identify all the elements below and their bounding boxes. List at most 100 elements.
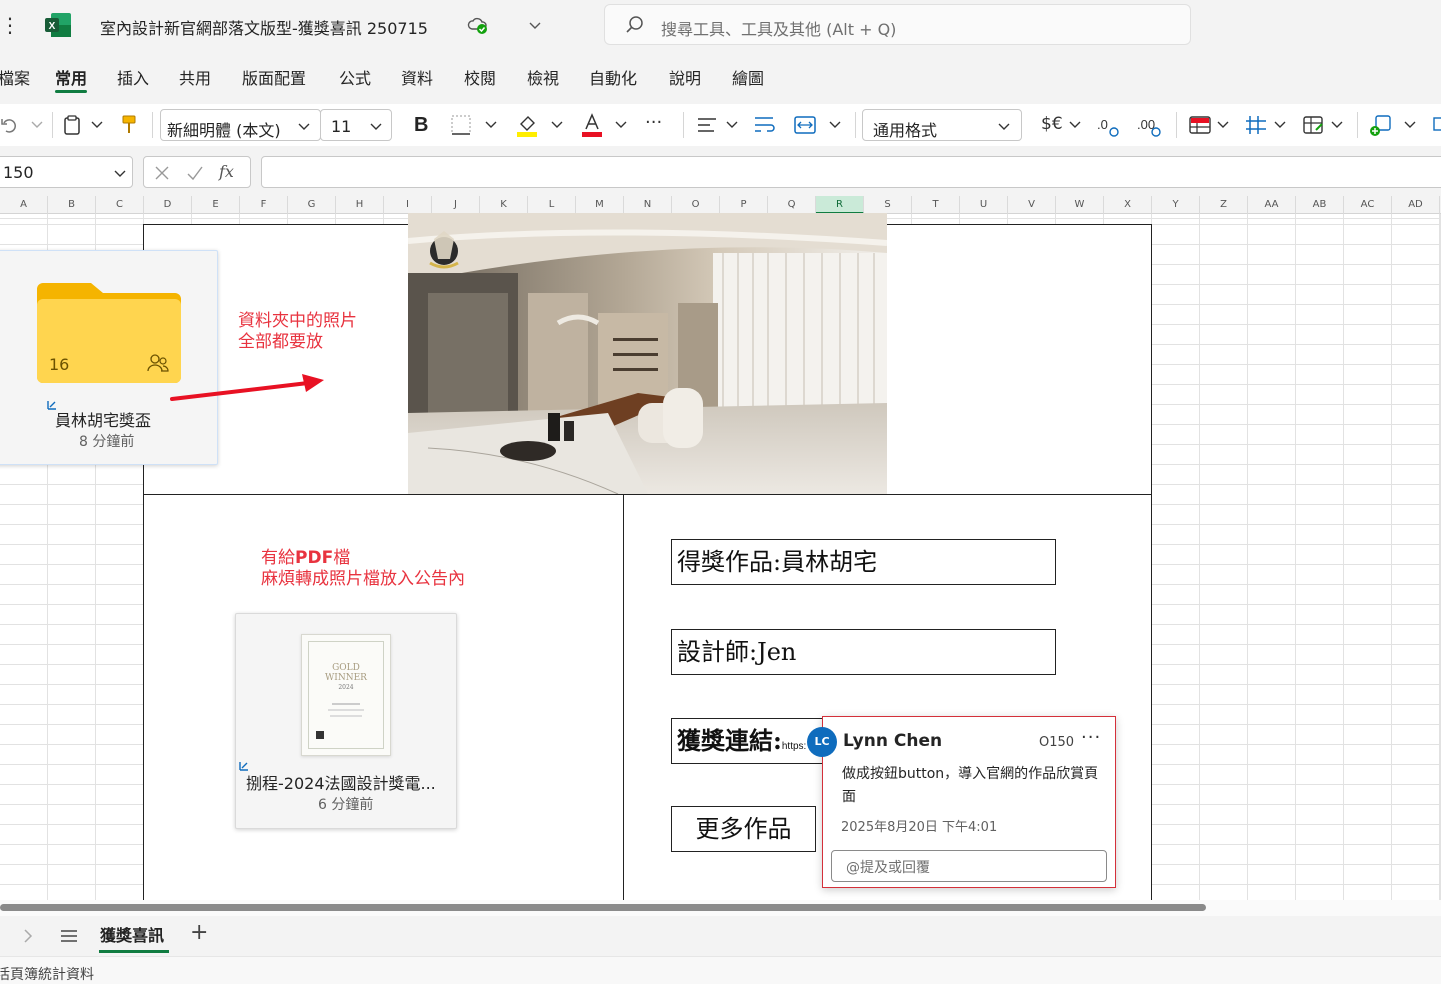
- column-header-y[interactable]: Y: [1152, 196, 1200, 214]
- formula-input[interactable]: [261, 156, 1441, 188]
- tab-review[interactable]: 校閱: [464, 65, 496, 89]
- align-icon[interactable]: [696, 116, 718, 134]
- font-name-dropdown[interactable]: 新細明體 (本文): [160, 109, 321, 141]
- comment-reply-input[interactable]: @提及或回覆: [831, 850, 1107, 882]
- insert-function-button[interactable]: fx: [219, 162, 234, 181]
- fill-color-icon[interactable]: [515, 112, 539, 138]
- borders-chevron-icon[interactable]: [484, 120, 498, 130]
- chevron-down-icon[interactable]: [528, 18, 542, 32]
- search-box[interactable]: 搜尋工具、工具及其他 (Alt + Q): [604, 4, 1191, 45]
- insert-cells-icon[interactable]: [1368, 114, 1392, 138]
- column-header-h[interactable]: H: [336, 196, 384, 214]
- column-header-k[interactable]: K: [480, 196, 528, 214]
- add-sheet-button[interactable]: +: [190, 920, 208, 945]
- more-works-button[interactable]: 更多作品: [671, 806, 816, 852]
- column-header-u[interactable]: U: [960, 196, 1008, 214]
- column-header-m[interactable]: M: [576, 196, 624, 214]
- comment-cell-reference[interactable]: O150: [1039, 735, 1074, 750]
- currency-format-button[interactable]: $€: [1041, 114, 1063, 134]
- cell-styles-chevron-icon[interactable]: [1330, 120, 1344, 130]
- cloud-saved-icon[interactable]: [467, 15, 489, 35]
- paste-chevron-icon[interactable]: [90, 120, 104, 130]
- column-header-r[interactable]: R: [816, 196, 864, 214]
- undo-chevron-icon[interactable]: [30, 120, 44, 130]
- number-format-dropdown[interactable]: 通用格式: [862, 109, 1022, 141]
- conditional-format-chevron-icon[interactable]: [1216, 120, 1230, 130]
- merge-chevron-icon[interactable]: [828, 120, 842, 130]
- sheet-tab-active[interactable]: 獲獎喜訊: [100, 922, 164, 946]
- award-link-url[interactable]: https:: [782, 741, 806, 752]
- document-title[interactable]: 室內設計新官網部落文版型-獲獎喜訊 250715: [100, 15, 428, 39]
- column-header-z[interactable]: Z: [1200, 196, 1248, 214]
- column-header-w[interactable]: W: [1056, 196, 1104, 214]
- tab-draw[interactable]: 繪圖: [732, 65, 764, 89]
- cancel-icon[interactable]: [154, 165, 170, 181]
- tab-insert[interactable]: 插入: [117, 65, 149, 89]
- column-header-ad[interactable]: AD: [1392, 196, 1440, 214]
- column-header-f[interactable]: F: [240, 196, 288, 214]
- chevron-right-icon[interactable]: [22, 928, 34, 944]
- fill-color-chevron-icon[interactable]: [550, 120, 564, 130]
- tab-share[interactable]: 共用: [179, 65, 211, 89]
- merge-cells-icon[interactable]: [793, 114, 817, 136]
- column-header-l[interactable]: L: [528, 196, 576, 214]
- insert-cells-chevron-icon[interactable]: [1403, 120, 1417, 130]
- column-header-q[interactable]: Q: [768, 196, 816, 214]
- column-header-v[interactable]: V: [1008, 196, 1056, 214]
- table-format-chevron-icon[interactable]: [1273, 120, 1287, 130]
- more-font-options-button[interactable]: ···: [645, 112, 662, 133]
- font-color-chevron-icon[interactable]: [614, 120, 628, 130]
- designer-box[interactable]: 設計師:Jen: [671, 629, 1056, 675]
- column-header-aa[interactable]: AA: [1248, 196, 1296, 214]
- format-painter-icon[interactable]: [120, 114, 138, 136]
- column-header-j[interactable]: J: [432, 196, 480, 214]
- column-header-n[interactable]: N: [624, 196, 672, 214]
- paste-icon[interactable]: [62, 114, 82, 136]
- cell-styles-icon[interactable]: [1302, 114, 1326, 136]
- font-size-dropdown[interactable]: 11: [320, 109, 392, 141]
- delete-cells-icon[interactable]: [1432, 116, 1441, 134]
- tab-help[interactable]: 說明: [669, 65, 701, 89]
- horizontal-scrollbar[interactable]: [0, 900, 1441, 916]
- wrap-text-icon[interactable]: [753, 115, 777, 135]
- tab-page-layout[interactable]: 版面配置: [242, 65, 306, 89]
- tab-data[interactable]: 資料: [401, 65, 433, 89]
- interior-photo[interactable]: [408, 213, 887, 494]
- font-color-icon[interactable]: [581, 112, 603, 138]
- comment-card[interactable]: LC Lynn Chen O150 ··· 做成按鈕button，導入官網的作品…: [807, 716, 1116, 888]
- column-header-i[interactable]: I: [384, 196, 432, 214]
- pdf-attachment-card[interactable]: GOLD WINNER 2024 捌程-2024法國設計獎電... 6 分鐘前: [235, 613, 457, 829]
- column-header-ab[interactable]: AB: [1296, 196, 1344, 214]
- column-header-ac[interactable]: AC: [1344, 196, 1392, 214]
- tab-home[interactable]: 常用: [55, 65, 87, 89]
- tab-file[interactable]: 檔案: [0, 65, 30, 89]
- conditional-format-icon[interactable]: [1188, 114, 1212, 136]
- column-header-t[interactable]: T: [912, 196, 960, 214]
- borders-icon[interactable]: [450, 114, 472, 136]
- decrease-decimal-icon[interactable]: .00: [1136, 114, 1162, 138]
- award-work-box[interactable]: 得獎作品:員林胡宅: [671, 539, 1056, 585]
- comment-more-button[interactable]: ···: [1081, 727, 1101, 748]
- column-header-c[interactable]: C: [96, 196, 144, 214]
- column-header-b[interactable]: B: [48, 196, 96, 214]
- app-menu-icon[interactable]: ⋮: [0, 12, 20, 38]
- align-chevron-icon[interactable]: [725, 120, 739, 130]
- column-header-s[interactable]: S: [864, 196, 912, 214]
- column-header-e[interactable]: E: [192, 196, 240, 214]
- column-header-x[interactable]: X: [1104, 196, 1152, 214]
- column-header-d[interactable]: D: [144, 196, 192, 214]
- increase-decimal-icon[interactable]: .0: [1096, 114, 1122, 138]
- bold-button[interactable]: B: [414, 114, 428, 137]
- tab-formulas[interactable]: 公式: [339, 65, 371, 89]
- column-header-p[interactable]: P: [720, 196, 768, 214]
- tab-view[interactable]: 檢視: [527, 65, 559, 89]
- scrollbar-thumb[interactable]: [0, 904, 1206, 911]
- table-format-icon[interactable]: [1244, 114, 1268, 136]
- column-header-a[interactable]: A: [0, 196, 48, 214]
- all-sheets-menu-icon[interactable]: [60, 928, 78, 944]
- undo-icon[interactable]: [0, 115, 20, 135]
- award-link-box[interactable]: 獲獎連結:https:: [671, 718, 823, 764]
- name-box[interactable]: 150: [0, 156, 133, 188]
- workbook-statistics[interactable]: 活頁簿統計資料: [0, 964, 94, 984]
- column-header-g[interactable]: G: [288, 196, 336, 214]
